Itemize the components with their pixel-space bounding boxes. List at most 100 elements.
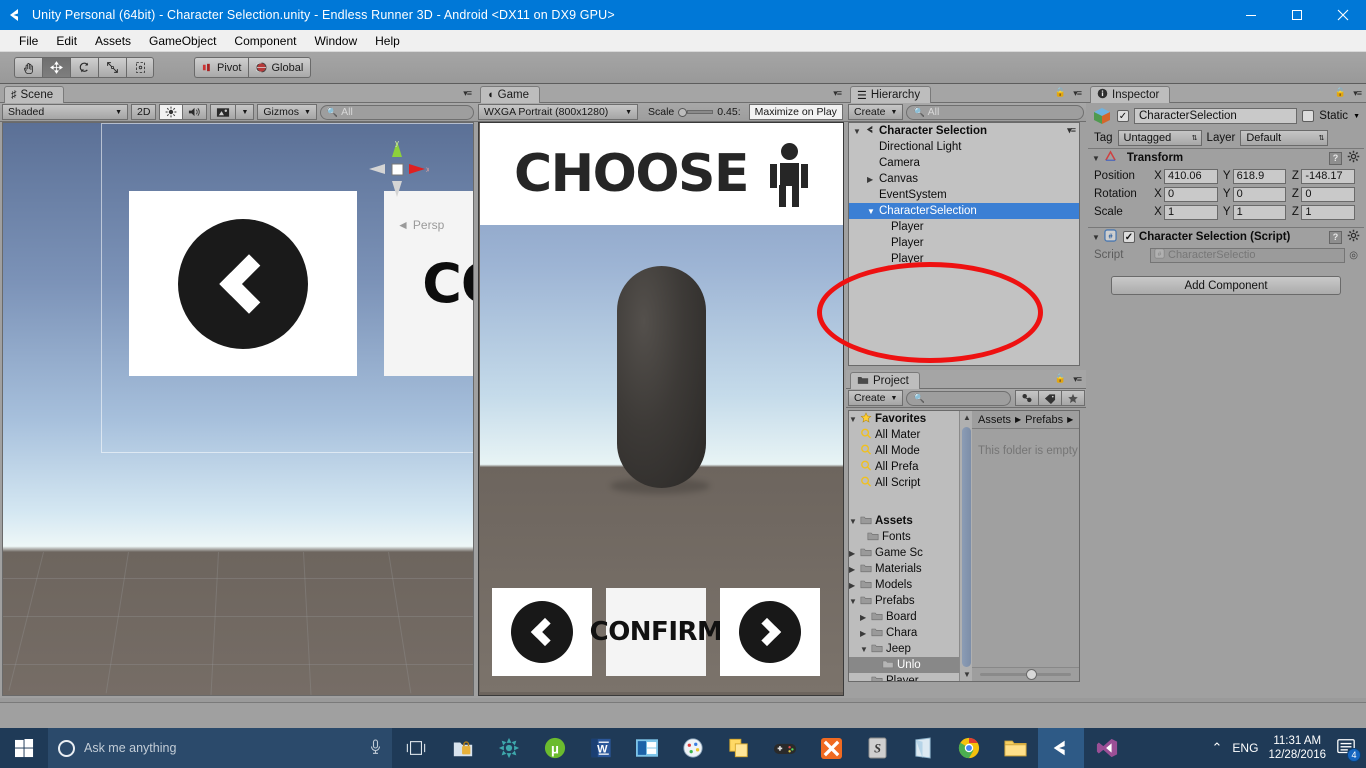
search-input[interactable]: Ask me anything (48, 728, 392, 768)
project-zoom-knob[interactable] (1026, 669, 1037, 680)
help-icon[interactable]: ? (1329, 230, 1342, 244)
sublime-icon[interactable]: S (854, 728, 900, 768)
project-content-pane[interactable]: Assets ▶ Prefabs ▶ This folder is empty (972, 411, 1079, 681)
project-tree-materials[interactable]: ▶ Materials (849, 561, 959, 577)
game-scale-slider[interactable]: Scale 0.45: (643, 104, 746, 120)
word-icon[interactable]: W (578, 728, 624, 768)
hierarchy-item-canvas[interactable]: ▶ Canvas (849, 171, 1079, 187)
scene-fx-dropdown[interactable]: ▼ (235, 104, 255, 120)
unity-icon[interactable] (1038, 728, 1084, 768)
project-search-input[interactable]: 🔍 (906, 390, 1011, 406)
lock-icon[interactable]: 🔒 (1055, 373, 1066, 384)
tab-inspector[interactable]: Inspector (1090, 86, 1171, 103)
project-tree-assets[interactable]: ▼ Assets (849, 513, 959, 529)
maximize-on-play-toggle[interactable]: Maximize on Play (748, 104, 843, 120)
game-resolution-dropdown[interactable]: WXGA Portrait (800x1280) ▼ (478, 104, 638, 120)
project-tree-unlocked[interactable]: Unlo (849, 657, 959, 673)
hierarchy-item-camera[interactable]: Camera (849, 155, 1079, 171)
chevron-down-icon[interactable]: ▼ (867, 207, 879, 216)
project-create-dropdown[interactable]: Create ▼ (848, 390, 904, 406)
chevron-right-icon[interactable]: ▶ (867, 175, 879, 184)
chevron-right-icon[interactable]: ▶ (860, 629, 871, 638)
project-tree-fonts[interactable]: Fonts (849, 529, 959, 545)
chevron-right-icon[interactable]: ▶ (849, 581, 860, 590)
position-x-field[interactable]: 410.06 (1164, 168, 1218, 184)
tab-project[interactable]: Project (850, 372, 920, 389)
object-picker-icon[interactable]: ◎ (1349, 250, 1358, 261)
static-checkbox[interactable] (1302, 110, 1315, 122)
scale-z-field[interactable]: 1 (1301, 204, 1356, 220)
lock-icon[interactable]: 🔒 (1055, 87, 1066, 98)
script-object-field[interactable]: # CharacterSelectio (1150, 247, 1346, 263)
hierarchy-item-player-2[interactable]: Player (849, 235, 1079, 251)
microphone-icon[interactable] (369, 738, 382, 758)
breadcrumb-assets[interactable]: Assets (978, 414, 1011, 426)
xampp-icon[interactable] (808, 728, 854, 768)
chevron-right-icon[interactable]: ▶ (860, 613, 871, 622)
paint-icon[interactable] (670, 728, 716, 768)
scene-panel-menu-icon[interactable]: ▾≡ (463, 88, 472, 99)
position-y-field[interactable]: 618.9 (1232, 168, 1287, 184)
project-folder-tree[interactable]: ▼ Favorites All Mater All Mode All Prefa… (849, 411, 959, 681)
scene-lighting-toggle[interactable] (159, 104, 184, 120)
confirm-button[interactable]: CONFIRM (590, 588, 723, 676)
chevron-down-icon[interactable]: ▼ (849, 517, 860, 526)
chevron-down-icon[interactable]: ▼ (860, 645, 871, 654)
rotation-y-field[interactable]: 0 (1232, 186, 1287, 202)
show-hidden-icons-button[interactable]: ⌃ (1212, 740, 1223, 756)
chevron-down-icon[interactable]: ▼ (1092, 233, 1100, 242)
project-tree-jeep[interactable]: ▼ Jeep (849, 641, 959, 657)
hierarchy-item-player-3[interactable]: Player (849, 251, 1079, 267)
outlook-icon[interactable] (624, 728, 670, 768)
project-zoom-slider[interactable] (972, 667, 1079, 681)
script-component-header[interactable]: ▼ # ✓ Character Selection (Script) ? (1088, 227, 1364, 246)
position-z-field[interactable]: -148.17 (1301, 168, 1356, 184)
store-icon[interactable] (900, 728, 946, 768)
rect-tool-icon[interactable] (126, 57, 154, 78)
tab-hierarchy[interactable]: ☰ Hierarchy (850, 86, 932, 103)
project-tree-board[interactable]: ▶ Board (849, 609, 959, 625)
explorer-lock-icon[interactable] (440, 728, 486, 768)
object-name-field[interactable]: CharacterSelection (1134, 108, 1298, 124)
prev-character-button[interactable] (492, 588, 592, 676)
layer-dropdown[interactable]: Default ⇅ (1240, 130, 1329, 146)
rotation-x-field[interactable]: 0 (1164, 186, 1218, 202)
scene-audio-toggle[interactable] (182, 104, 208, 120)
chrome-icon[interactable] (946, 728, 992, 768)
project-tree-all-scripts[interactable]: All Script (849, 475, 959, 491)
language-indicator[interactable]: ENG (1232, 741, 1258, 755)
add-component-button[interactable]: Add Component (1111, 276, 1341, 295)
tag-dropdown[interactable]: Untagged ⇅ (1117, 130, 1202, 146)
hierarchy-scene-menu-icon[interactable]: ▾≡ (1067, 125, 1076, 136)
start-button[interactable] (0, 728, 48, 768)
menu-window[interactable]: Window (305, 32, 366, 50)
maximize-button[interactable] (1274, 0, 1320, 30)
object-active-checkbox[interactable]: ✓ (1117, 110, 1129, 122)
menu-file[interactable]: File (10, 32, 47, 50)
visual-studio-icon[interactable] (1084, 728, 1130, 768)
global-toggle[interactable]: Global (248, 57, 312, 78)
project-panel-menu-icon[interactable]: ▾≡ (1073, 374, 1082, 385)
file-explorer-icon[interactable] (992, 728, 1038, 768)
chevron-right-icon[interactable]: ▶ (849, 549, 860, 558)
game-panel-menu-icon[interactable]: ▾≡ (833, 88, 842, 99)
scene-search-input[interactable]: 🔍 All (319, 104, 474, 120)
project-tree-scroll-thumb[interactable] (962, 427, 971, 667)
chevron-right-icon[interactable]: ▶ (849, 565, 860, 574)
scene-fx-toggle[interactable] (210, 104, 237, 120)
chevron-down-icon[interactable]: ▼ (1092, 154, 1100, 163)
scene-2d-toggle[interactable]: 2D (131, 104, 157, 120)
notification-center-button[interactable]: 4 (1336, 737, 1361, 762)
filter-by-label-icon[interactable] (1038, 390, 1062, 406)
project-tree-prefabs[interactable]: ▼ Prefabs (849, 593, 959, 609)
project-tree-game-scenes[interactable]: ▶ Game Sc (849, 545, 959, 561)
tab-scene[interactable]: ♯ Scene (4, 86, 65, 103)
rotation-z-field[interactable]: 0 (1301, 186, 1356, 202)
shading-mode-dropdown[interactable]: Shaded ▼ (2, 104, 128, 120)
pivot-toggle[interactable]: Pivot (194, 57, 249, 78)
hierarchy-create-dropdown[interactable]: Create ▼ (848, 104, 904, 120)
menu-gameobject[interactable]: GameObject (140, 32, 225, 50)
scroll-up-arrow-icon[interactable]: ▲ (963, 413, 971, 422)
inspector-panel-menu-icon[interactable]: ▾≡ (1353, 88, 1362, 99)
script-enabled-checkbox[interactable]: ✓ (1122, 231, 1135, 243)
